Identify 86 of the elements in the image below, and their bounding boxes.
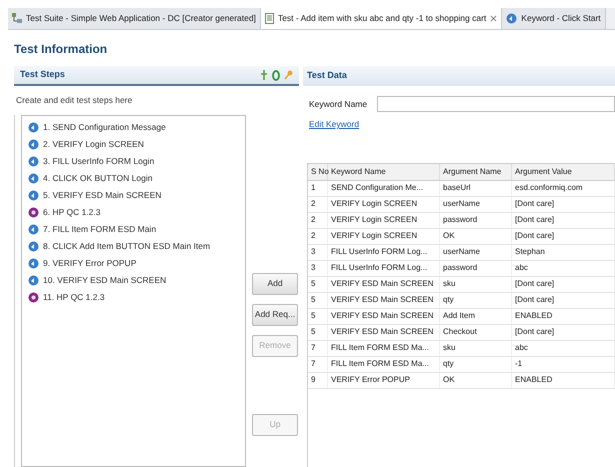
table-cell: 7 (308, 340, 328, 356)
close-icon[interactable] (490, 15, 498, 22)
editor-tab[interactable]: Test - Add item with sku abc and qty -1 to shopping cart (260, 8, 502, 29)
step-item[interactable]: 7. FILL Item FORM ESD Main (28, 222, 245, 237)
table-cell: -1 (512, 356, 615, 372)
table-cell: 3 (308, 244, 328, 260)
section-title: Test Steps (20, 68, 65, 82)
step-item[interactable]: 4. CLICK OK BUTTON Login (28, 170, 245, 186)
column-header[interactable]: S No (308, 164, 328, 180)
table-cell: sku (440, 276, 512, 292)
table-cell: sku (440, 340, 512, 356)
table-cell: password (440, 212, 512, 228)
column-header[interactable]: Argument Value (512, 164, 615, 180)
table-cell: VERIFY Login SCREEN (328, 228, 440, 244)
action-button[interactable]: Add Req... (252, 304, 298, 326)
step-item[interactable]: 10. VERIFY ESD Main SCREEN (28, 272, 245, 288)
table-cell: [Dont care] (512, 324, 615, 340)
table-cell: 3 (308, 260, 328, 276)
table-cell: baseUrl (440, 180, 512, 196)
table-cell: [Dont care] (512, 292, 615, 308)
table-cell: 5 (308, 308, 328, 324)
table-cell: Add Item (440, 308, 512, 324)
table-cell: VERIFY ESD Main SCREEN (328, 324, 440, 340)
table-cell: 5 (308, 276, 328, 292)
table-cell: qty (440, 292, 512, 308)
section-title: Test Data (307, 69, 347, 82)
step-item[interactable]: 3. FILL UserInfo FORM Login (28, 154, 245, 169)
table-cell: 5 (308, 324, 328, 340)
table-cell: VERIFY Error POPUP (328, 372, 440, 388)
editor-tab[interactable]: Test Suite - Simple Web Application - DC [Creator generated] (8, 8, 261, 29)
ring-dot-icon (28, 292, 39, 303)
ring-dot-icon (28, 206, 39, 218)
hint-text: Create and edit test steps here (16, 94, 134, 107)
table-cell: abc (512, 340, 615, 356)
step-item[interactable]: 8. CLICK Add Item BUTTON ESD Main Item (28, 238, 245, 254)
column-header[interactable]: Keyword Name (328, 164, 440, 180)
table-cell: 7 (308, 356, 328, 372)
table-cell: VERIFY Login SCREEN (328, 212, 440, 228)
step-item[interactable]: 9. VERIFY Error POPUP (28, 256, 245, 271)
document-icon (264, 13, 274, 24)
table-cell: FILL UserInfo FORM Log... (328, 244, 440, 260)
table-cell: userName (440, 244, 512, 260)
ring-icon[interactable] (272, 70, 280, 80)
table-cell: 2 (308, 196, 328, 212)
table-cell: ENABLED (512, 308, 615, 324)
table-cell: SEND Configuration Me... (328, 180, 440, 196)
page-title: Test Information (14, 41, 108, 58)
table-cell: FILL Item FORM ESD Ma... (328, 340, 440, 356)
table-cell: [Dont care] (512, 196, 615, 212)
table-cell: OK (440, 228, 512, 244)
field-label: Keyword Name (309, 98, 368, 110)
table-cell: Stephan (512, 244, 615, 260)
key-icon[interactable] (284, 70, 293, 80)
step-item[interactable]: 11. HP QC 1.2.3 (28, 290, 245, 305)
edit-keyword-link[interactable]: Edit Keyword (309, 118, 615, 131)
table-cell: [Dont care] (512, 212, 615, 228)
column-header[interactable]: Argument Name (440, 164, 512, 180)
table-cell: ENABLED (512, 372, 615, 388)
editor-tab[interactable]: Keyword - Click Start (502, 8, 606, 29)
tree-icon (12, 13, 22, 24)
table-cell: qty (440, 356, 512, 372)
keyword-name-field[interactable] (377, 96, 615, 112)
table-cell: abc (512, 260, 615, 276)
table-cell: password (440, 260, 512, 276)
table-cell: [Dont care] (512, 228, 615, 244)
table-cell: 2 (308, 228, 328, 244)
table-cell: 9 (308, 372, 328, 388)
table-cell: Checkout (440, 324, 512, 340)
table-cell: [Dont care] (512, 276, 615, 292)
table-cell: FILL Item FORM ESD Ma... (328, 356, 440, 372)
step-item[interactable]: 6. HP QC 1.2.3 (28, 204, 245, 220)
table-cell: OK (440, 372, 512, 388)
table-cell: FILL UserInfo FORM Log... (328, 260, 440, 276)
step-item[interactable]: 1. SEND Configuration Message (28, 120, 245, 135)
action-button[interactable]: Add (252, 272, 298, 295)
table-cell: VERIFY ESD Main SCREEN (328, 276, 440, 292)
table-cell: 5 (308, 292, 328, 308)
table-cell: 2 (308, 212, 328, 228)
table-cell: VERIFY Login SCREEN (328, 196, 440, 212)
table-cell: VERIFY ESD Main SCREEN (328, 292, 440, 308)
table-cell: VERIFY ESD Main SCREEN (328, 308, 440, 324)
step-item[interactable]: 5. VERIFY ESD Main SCREEN (28, 188, 245, 203)
table-cell: userName (440, 196, 512, 212)
table-cell: esd.conformiq.com (512, 180, 615, 196)
table-cell: 1 (308, 180, 328, 196)
step-item[interactable]: 2. VERIFY Login SCREEN (28, 136, 245, 152)
